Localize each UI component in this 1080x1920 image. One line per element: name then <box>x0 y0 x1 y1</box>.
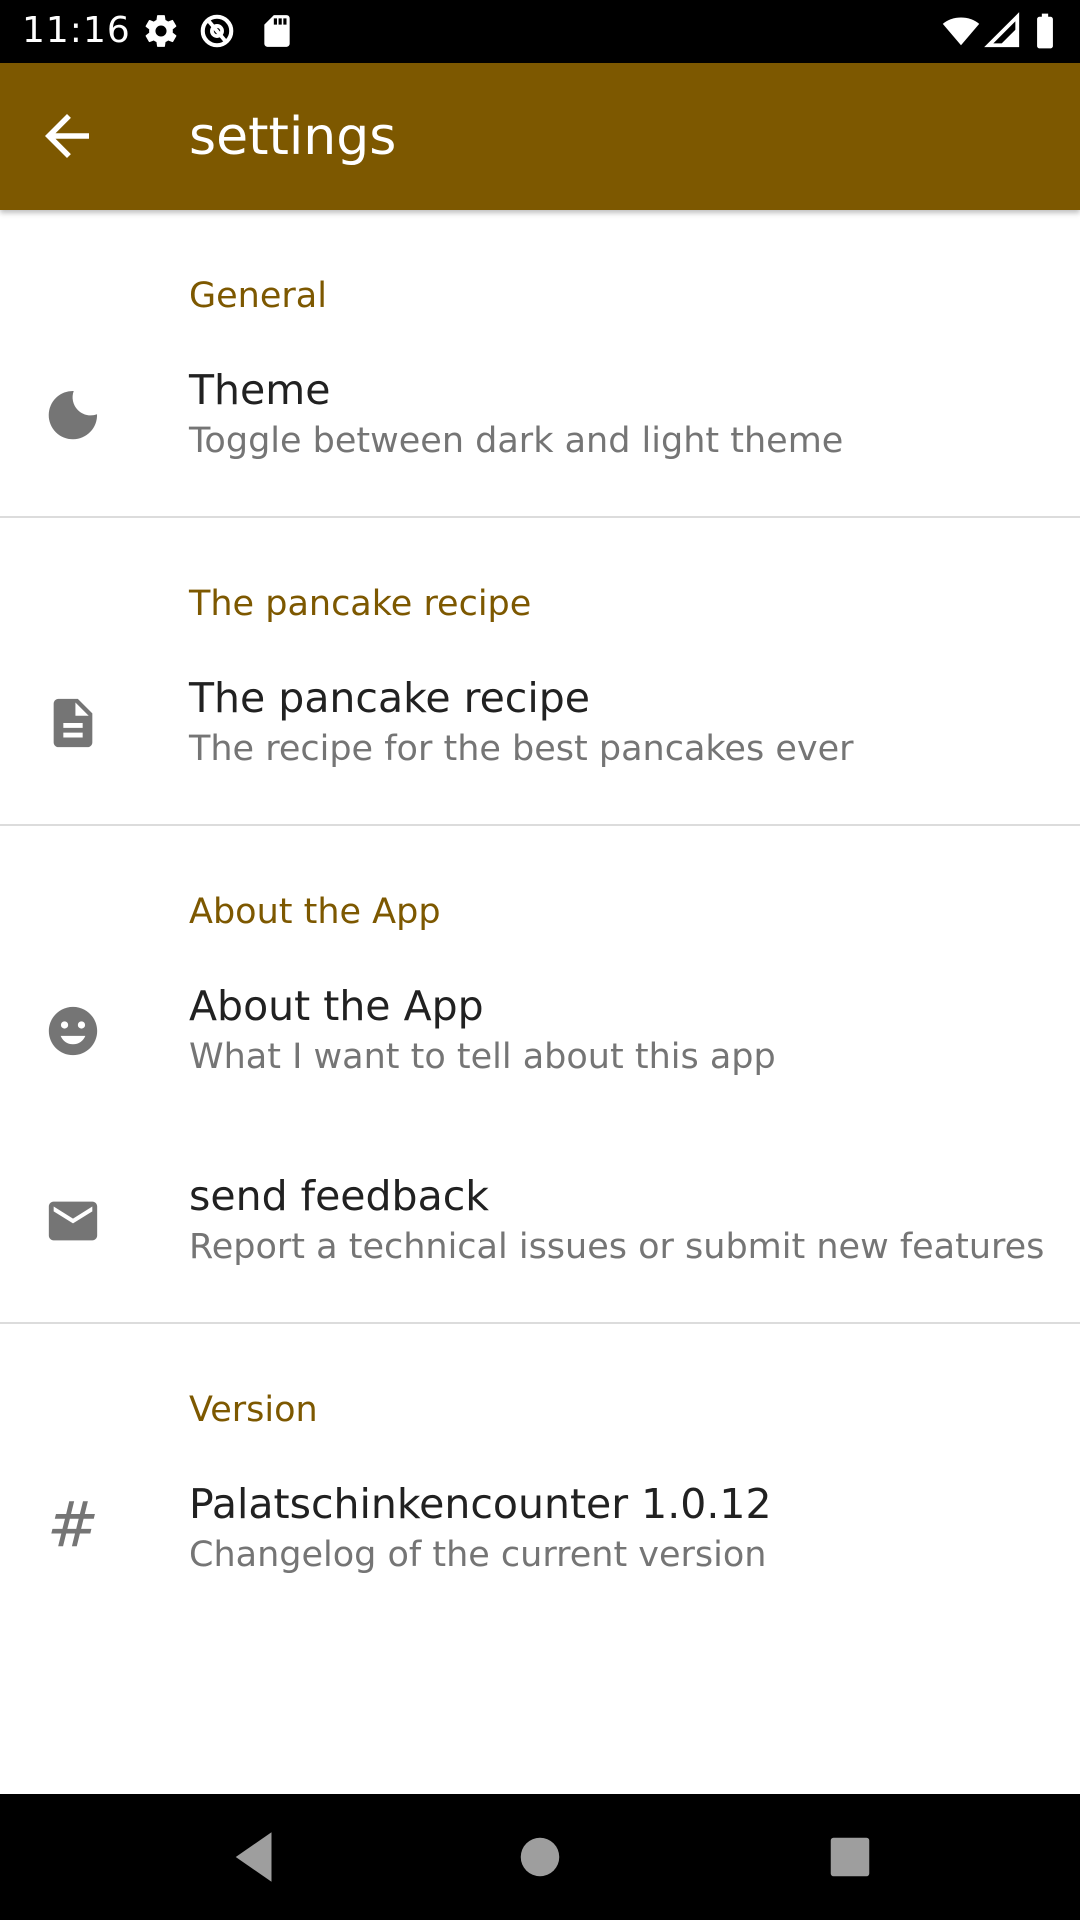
about-app-preference[interactable]: About the App What I want to tell about … <box>0 940 1080 1130</box>
nav-recents-button[interactable] <box>817 1824 883 1890</box>
category-about: About the App <box>0 826 1080 940</box>
smiley-icon <box>44 1002 102 1060</box>
navigation-bar <box>0 1794 1080 1920</box>
mail-icon <box>44 1192 102 1250</box>
pancake-recipe-preference[interactable]: The pancake recipe The recipe for the be… <box>0 632 1080 822</box>
recents-square-icon <box>830 1837 870 1877</box>
theme-preference[interactable]: Theme Toggle between dark and light them… <box>0 324 1080 514</box>
page-title: settings <box>189 107 397 167</box>
version-preference[interactable]: # Palatschinkencounter 1.0.12 Changelog … <box>0 1438 1080 1628</box>
arrow-back-icon <box>45 114 89 158</box>
category-title: Version <box>189 1390 318 1430</box>
preference-title: The pancake recipe <box>189 674 590 722</box>
preference-summary: The recipe for the best pancakes ever <box>189 729 854 769</box>
preference-summary: Report a technical issues or submit new … <box>189 1227 1045 1267</box>
category-general: General <box>0 210 1080 324</box>
document-icon <box>44 694 102 752</box>
preference-title: Palatschinkencounter 1.0.12 <box>189 1480 772 1528</box>
back-triangle-icon <box>235 1832 272 1882</box>
category-title: About the App <box>189 892 441 932</box>
gear-icon <box>142 12 180 50</box>
category-title: The pancake recipe <box>189 584 532 624</box>
status-bar: 11:16 <box>0 0 1080 63</box>
preference-title: About the App <box>189 982 484 1030</box>
preference-summary: What I want to tell about this app <box>189 1037 776 1077</box>
category-title: General <box>189 276 327 316</box>
hash-icon: # <box>47 1488 99 1561</box>
app-bar: settings <box>0 63 1080 210</box>
preference-summary: Changelog of the current version <box>189 1535 767 1575</box>
at-icon <box>198 12 236 50</box>
send-feedback-preference[interactable]: send feedback Report a technical issues … <box>0 1130 1080 1320</box>
battery-icon <box>1030 12 1060 50</box>
category-pancake-recipe: The pancake recipe <box>0 518 1080 632</box>
nav-back-button[interactable] <box>222 1824 288 1890</box>
preference-title: Theme <box>189 366 331 414</box>
moon-icon <box>44 386 102 444</box>
nav-home-button[interactable] <box>507 1824 573 1890</box>
sd-card-icon <box>258 12 296 50</box>
back-button[interactable] <box>34 103 100 169</box>
home-circle-icon <box>520 1837 560 1877</box>
signal-icon <box>984 12 1022 50</box>
wifi-icon <box>942 12 980 50</box>
status-time: 11:16 <box>22 10 131 51</box>
preference-summary: Toggle between dark and light theme <box>189 421 844 461</box>
settings-screen: 11:16 settings General Theme Toggle betw… <box>0 0 1080 1920</box>
preference-title: send feedback <box>189 1172 489 1220</box>
settings-list: General Theme Toggle between dark and li… <box>0 210 1080 1628</box>
category-version: Version <box>0 1324 1080 1438</box>
